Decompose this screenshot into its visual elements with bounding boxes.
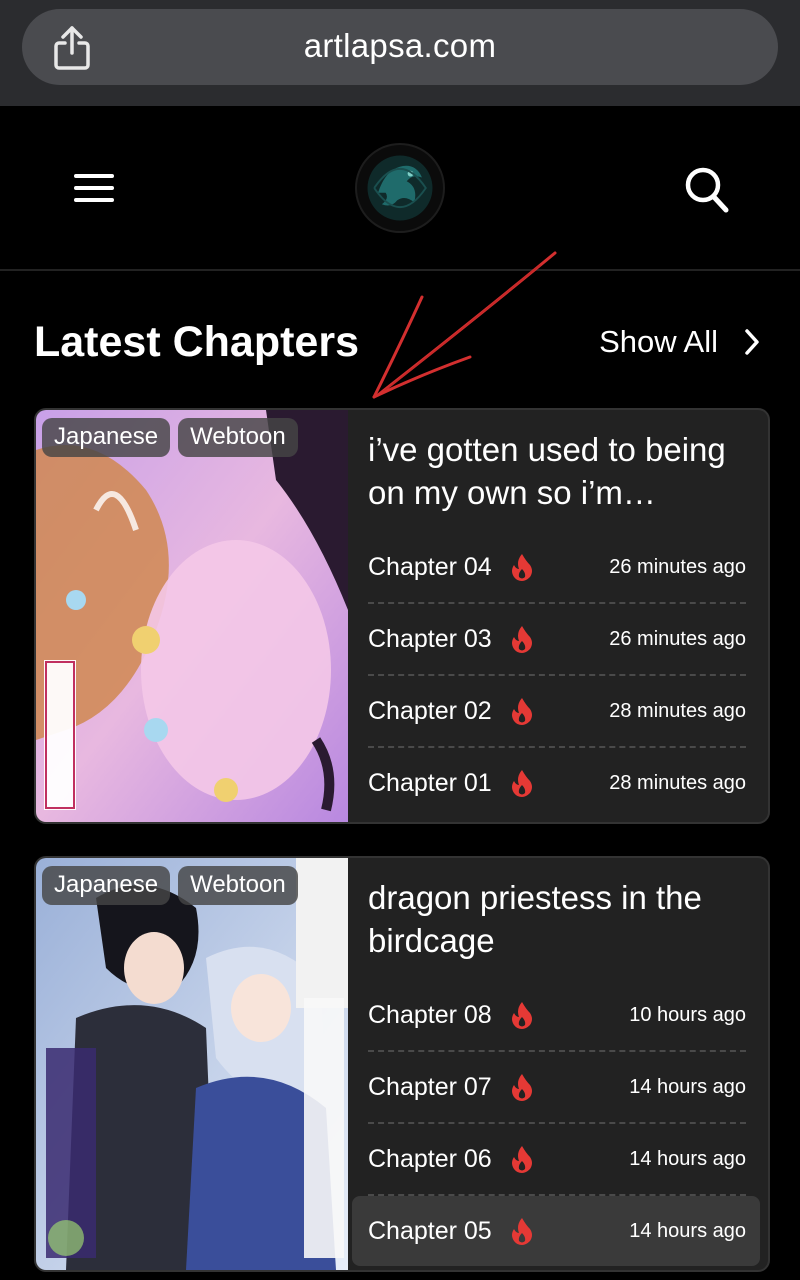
fire-icon bbox=[511, 554, 532, 581]
address-bar[interactable]: artlapsa.com bbox=[22, 9, 778, 85]
chapter-label: Chapter 01 bbox=[368, 768, 492, 797]
chapter-label: Chapter 04 bbox=[368, 552, 492, 581]
chapter-list: Chapter 08 10 hours ago Chapter 07 14 ho… bbox=[352, 980, 760, 1266]
chevron-right-icon bbox=[745, 329, 759, 355]
chapter-time: 26 minutes ago bbox=[609, 627, 746, 650]
hamburger-icon[interactable] bbox=[74, 172, 114, 204]
fire-icon bbox=[511, 1002, 532, 1029]
show-all-label: Show All bbox=[599, 324, 718, 359]
chapter-label: Chapter 02 bbox=[368, 696, 492, 725]
manga-title[interactable]: dragon priestess in the birdcage bbox=[368, 876, 753, 962]
site-logo[interactable] bbox=[355, 143, 445, 233]
chapter-list: Chapter 04 26 minutes ago Chapter 03 26 … bbox=[368, 532, 746, 818]
chapter-time: 28 minutes ago bbox=[609, 771, 746, 794]
type-badge: Webtoon bbox=[178, 866, 298, 905]
browser-toolbar: artlapsa.com bbox=[0, 0, 800, 106]
chapter-row[interactable]: Chapter 06 14 hours ago bbox=[368, 1124, 746, 1196]
chapter-time: 10 hours ago bbox=[629, 1003, 746, 1026]
chapter-label: Chapter 07 bbox=[368, 1072, 492, 1101]
chapter-label: Chapter 05 bbox=[368, 1216, 492, 1245]
language-badge: Japanese bbox=[42, 866, 171, 905]
url-text: artlapsa.com bbox=[303, 27, 497, 64]
chapter-time: 26 minutes ago bbox=[609, 555, 746, 578]
chapter-row[interactable]: Chapter 05 14 hours ago bbox=[352, 1196, 760, 1266]
chapter-label: Chapter 06 bbox=[368, 1144, 492, 1173]
chapter-row[interactable]: Chapter 02 28 minutes ago bbox=[368, 676, 746, 748]
show-all-link[interactable]: Show All bbox=[599, 324, 762, 360]
manga-card[interactable]: Japanese Webtoon i’ve gotten used to bei… bbox=[34, 408, 770, 824]
section-title: Latest Chapters bbox=[34, 318, 359, 366]
manga-cover-image[interactable]: Japanese Webtoon bbox=[36, 858, 348, 1270]
chapter-label: Chapter 08 bbox=[368, 1000, 492, 1029]
manga-card[interactable]: Japanese Webtoon dragon priestess in the… bbox=[34, 856, 770, 1272]
chapter-row[interactable]: Chapter 07 14 hours ago bbox=[368, 1052, 746, 1124]
search-icon[interactable] bbox=[682, 164, 730, 214]
fire-icon bbox=[511, 1146, 532, 1173]
type-badge: Webtoon bbox=[178, 418, 298, 457]
chapter-row[interactable]: Chapter 04 26 minutes ago bbox=[368, 532, 746, 604]
language-badge: Japanese bbox=[42, 418, 171, 457]
chapter-row[interactable]: Chapter 08 10 hours ago bbox=[368, 980, 746, 1052]
fire-icon bbox=[511, 1074, 532, 1101]
chapter-row[interactable]: Chapter 03 26 minutes ago bbox=[368, 604, 746, 676]
fire-icon bbox=[511, 1218, 532, 1245]
chapter-time: 14 hours ago bbox=[629, 1075, 746, 1098]
chapter-row[interactable]: Chapter 01 28 minutes ago bbox=[368, 748, 746, 818]
fire-icon bbox=[511, 698, 532, 725]
chapter-time: 14 hours ago bbox=[629, 1219, 746, 1242]
chapter-time: 28 minutes ago bbox=[609, 699, 746, 722]
manga-title[interactable]: i’ve gotten used to being on my own so i… bbox=[368, 428, 753, 514]
fire-icon bbox=[511, 626, 532, 653]
chapter-label: Chapter 03 bbox=[368, 624, 492, 653]
chapter-time: 14 hours ago bbox=[629, 1147, 746, 1170]
site-header bbox=[0, 106, 800, 271]
fire-icon bbox=[511, 770, 532, 797]
manga-cover-image[interactable]: Japanese Webtoon bbox=[36, 410, 348, 822]
